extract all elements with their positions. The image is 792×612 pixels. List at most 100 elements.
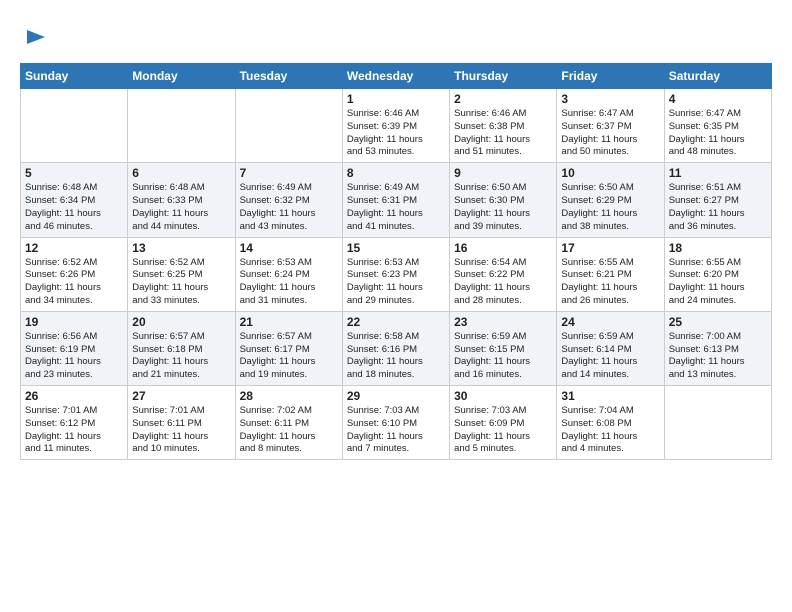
calendar-cell: 31 Sunrise: 7:04 AM Sunset: 6:08 PM Dayli… (557, 386, 664, 460)
day-info: Sunrise: 6:55 AM Sunset: 6:20 PM Dayligh… (669, 257, 767, 308)
day-number: 16 (454, 241, 552, 255)
day-number: 6 (132, 166, 230, 180)
calendar-cell: 15 Sunrise: 6:53 AM Sunset: 6:23 PM Dayli… (342, 237, 449, 311)
day-number: 26 (25, 389, 123, 403)
calendar-day-header: Friday (557, 64, 664, 89)
calendar-cell: 25Sunrise: 7:00 AM Sunset: 6:13 PM Dayli… (664, 311, 771, 385)
day-info: Sunrise: 7:03 AM Sunset: 6:10 PM Dayligh… (347, 405, 445, 456)
day-info: Sunrise: 6:59 AM Sunset: 6:14 PM Dayligh… (561, 331, 659, 382)
day-number: 30 (454, 389, 552, 403)
calendar-cell: 2 Sunrise: 6:46 AM Sunset: 6:38 PM Daylig… (450, 89, 557, 163)
day-number: 15 (347, 241, 445, 255)
day-number: 4 (669, 92, 767, 106)
day-info: Sunrise: 6:53 AM Sunset: 6:23 PM Dayligh… (347, 257, 445, 308)
day-info: Sunrise: 6:52 AM Sunset: 6:25 PM Dayligh… (132, 257, 230, 308)
calendar-cell: 10Sunrise: 6:50 AM Sunset: 6:29 PM Dayli… (557, 163, 664, 237)
calendar-cell (128, 89, 235, 163)
calendar-cell: 3 Sunrise: 6:47 AM Sunset: 6:37 PM Daylig… (557, 89, 664, 163)
day-info: Sunrise: 6:55 AM Sunset: 6:21 PM Dayligh… (561, 257, 659, 308)
day-info: Sunrise: 6:48 AM Sunset: 6:33 PM Dayligh… (132, 182, 230, 233)
logo (20, 20, 47, 53)
day-number: 19 (25, 315, 123, 329)
calendar-cell (21, 89, 128, 163)
day-info: Sunrise: 6:58 AM Sunset: 6:16 PM Dayligh… (347, 331, 445, 382)
calendar-cell: 4Sunrise: 6:47 AM Sunset: 6:35 PM Daylig… (664, 89, 771, 163)
day-number: 2 (454, 92, 552, 106)
day-number: 7 (240, 166, 338, 180)
day-number: 21 (240, 315, 338, 329)
day-info: Sunrise: 6:54 AM Sunset: 6:22 PM Dayligh… (454, 257, 552, 308)
day-info: Sunrise: 6:57 AM Sunset: 6:17 PM Dayligh… (240, 331, 338, 382)
calendar-cell: 21 Sunrise: 6:57 AM Sunset: 6:17 PM Dayli… (235, 311, 342, 385)
calendar-cell: 29 Sunrise: 7:03 AM Sunset: 6:10 PM Dayli… (342, 386, 449, 460)
day-number: 24 (561, 315, 659, 329)
calendar-cell: 11 Sunrise: 6:51 AM Sunset: 6:27 PM Dayli… (664, 163, 771, 237)
calendar-day-header: Wednesday (342, 64, 449, 89)
calendar-day-header: Sunday (21, 64, 128, 89)
day-number: 8 (347, 166, 445, 180)
calendar-cell: 7 Sunrise: 6:49 AM Sunset: 6:32 PM Daylig… (235, 163, 342, 237)
calendar-week-row: 12 Sunrise: 6:52 AM Sunset: 6:26 PM Dayli… (21, 237, 772, 311)
day-number: 5 (25, 166, 123, 180)
calendar-cell: 14Sunrise: 6:53 AM Sunset: 6:24 PM Dayli… (235, 237, 342, 311)
calendar-cell: 13 Sunrise: 6:52 AM Sunset: 6:25 PM Dayli… (128, 237, 235, 311)
page: SundayMondayTuesdayWednesdayThursdayFrid… (0, 0, 792, 470)
calendar-cell: 17Sunrise: 6:55 AM Sunset: 6:21 PM Dayli… (557, 237, 664, 311)
day-info: Sunrise: 7:01 AM Sunset: 6:12 PM Dayligh… (25, 405, 123, 456)
day-number: 23 (454, 315, 552, 329)
calendar-cell: 27 Sunrise: 7:01 AM Sunset: 6:11 PM Dayli… (128, 386, 235, 460)
calendar-week-row: 26 Sunrise: 7:01 AM Sunset: 6:12 PM Dayli… (21, 386, 772, 460)
day-number: 28 (240, 389, 338, 403)
calendar-cell: 8Sunrise: 6:49 AM Sunset: 6:31 PM Daylig… (342, 163, 449, 237)
day-info: Sunrise: 7:04 AM Sunset: 6:08 PM Dayligh… (561, 405, 659, 456)
day-number: 3 (561, 92, 659, 106)
calendar-day-header: Tuesday (235, 64, 342, 89)
day-info: Sunrise: 6:57 AM Sunset: 6:18 PM Dayligh… (132, 331, 230, 382)
calendar-cell: 23 Sunrise: 6:59 AM Sunset: 6:15 PM Dayli… (450, 311, 557, 385)
calendar-cell: 6 Sunrise: 6:48 AM Sunset: 6:33 PM Daylig… (128, 163, 235, 237)
day-info: Sunrise: 6:48 AM Sunset: 6:34 PM Dayligh… (25, 182, 123, 233)
day-info: Sunrise: 6:47 AM Sunset: 6:37 PM Dayligh… (561, 108, 659, 159)
calendar-cell: 20 Sunrise: 6:57 AM Sunset: 6:18 PM Dayli… (128, 311, 235, 385)
calendar-cell (664, 386, 771, 460)
calendar-cell: 24 Sunrise: 6:59 AM Sunset: 6:14 PM Dayli… (557, 311, 664, 385)
calendar-cell: 16 Sunrise: 6:54 AM Sunset: 6:22 PM Dayli… (450, 237, 557, 311)
day-info: Sunrise: 6:56 AM Sunset: 6:19 PM Dayligh… (25, 331, 123, 382)
calendar-week-row: 5 Sunrise: 6:48 AM Sunset: 6:34 PM Daylig… (21, 163, 772, 237)
day-info: Sunrise: 7:03 AM Sunset: 6:09 PM Dayligh… (454, 405, 552, 456)
day-number: 12 (25, 241, 123, 255)
day-info: Sunrise: 6:49 AM Sunset: 6:32 PM Dayligh… (240, 182, 338, 233)
day-info: Sunrise: 6:46 AM Sunset: 6:39 PM Dayligh… (347, 108, 445, 159)
calendar-cell: 1Sunrise: 6:46 AM Sunset: 6:39 PM Daylig… (342, 89, 449, 163)
day-info: Sunrise: 6:51 AM Sunset: 6:27 PM Dayligh… (669, 182, 767, 233)
calendar-cell: 30 Sunrise: 7:03 AM Sunset: 6:09 PM Dayli… (450, 386, 557, 460)
day-number: 22 (347, 315, 445, 329)
calendar-week-row: 1Sunrise: 6:46 AM Sunset: 6:39 PM Daylig… (21, 89, 772, 163)
calendar-table: SundayMondayTuesdayWednesdayThursdayFrid… (20, 63, 772, 460)
calendar-cell: 22 Sunrise: 6:58 AM Sunset: 6:16 PM Dayli… (342, 311, 449, 385)
day-number: 18 (669, 241, 767, 255)
day-info: Sunrise: 7:01 AM Sunset: 6:11 PM Dayligh… (132, 405, 230, 456)
calendar-cell: 28Sunrise: 7:02 AM Sunset: 6:11 PM Dayli… (235, 386, 342, 460)
day-number: 13 (132, 241, 230, 255)
day-number: 27 (132, 389, 230, 403)
day-info: Sunrise: 6:50 AM Sunset: 6:29 PM Dayligh… (561, 182, 659, 233)
calendar-day-header: Thursday (450, 64, 557, 89)
day-info: Sunrise: 7:00 AM Sunset: 6:13 PM Dayligh… (669, 331, 767, 382)
calendar-cell: 18 Sunrise: 6:55 AM Sunset: 6:20 PM Dayli… (664, 237, 771, 311)
day-info: Sunrise: 6:59 AM Sunset: 6:15 PM Dayligh… (454, 331, 552, 382)
calendar-week-row: 19 Sunrise: 6:56 AM Sunset: 6:19 PM Dayli… (21, 311, 772, 385)
calendar-cell (235, 89, 342, 163)
calendar-header-row: SundayMondayTuesdayWednesdayThursdayFrid… (21, 64, 772, 89)
calendar-cell: 26 Sunrise: 7:01 AM Sunset: 6:12 PM Dayli… (21, 386, 128, 460)
day-number: 11 (669, 166, 767, 180)
logo-arrow-icon (25, 26, 47, 48)
calendar-cell: 9Sunrise: 6:50 AM Sunset: 6:30 PM Daylig… (450, 163, 557, 237)
day-number: 31 (561, 389, 659, 403)
day-number: 9 (454, 166, 552, 180)
day-info: Sunrise: 6:53 AM Sunset: 6:24 PM Dayligh… (240, 257, 338, 308)
day-info: Sunrise: 6:52 AM Sunset: 6:26 PM Dayligh… (25, 257, 123, 308)
day-info: Sunrise: 6:46 AM Sunset: 6:38 PM Dayligh… (454, 108, 552, 159)
day-number: 29 (347, 389, 445, 403)
day-number: 20 (132, 315, 230, 329)
